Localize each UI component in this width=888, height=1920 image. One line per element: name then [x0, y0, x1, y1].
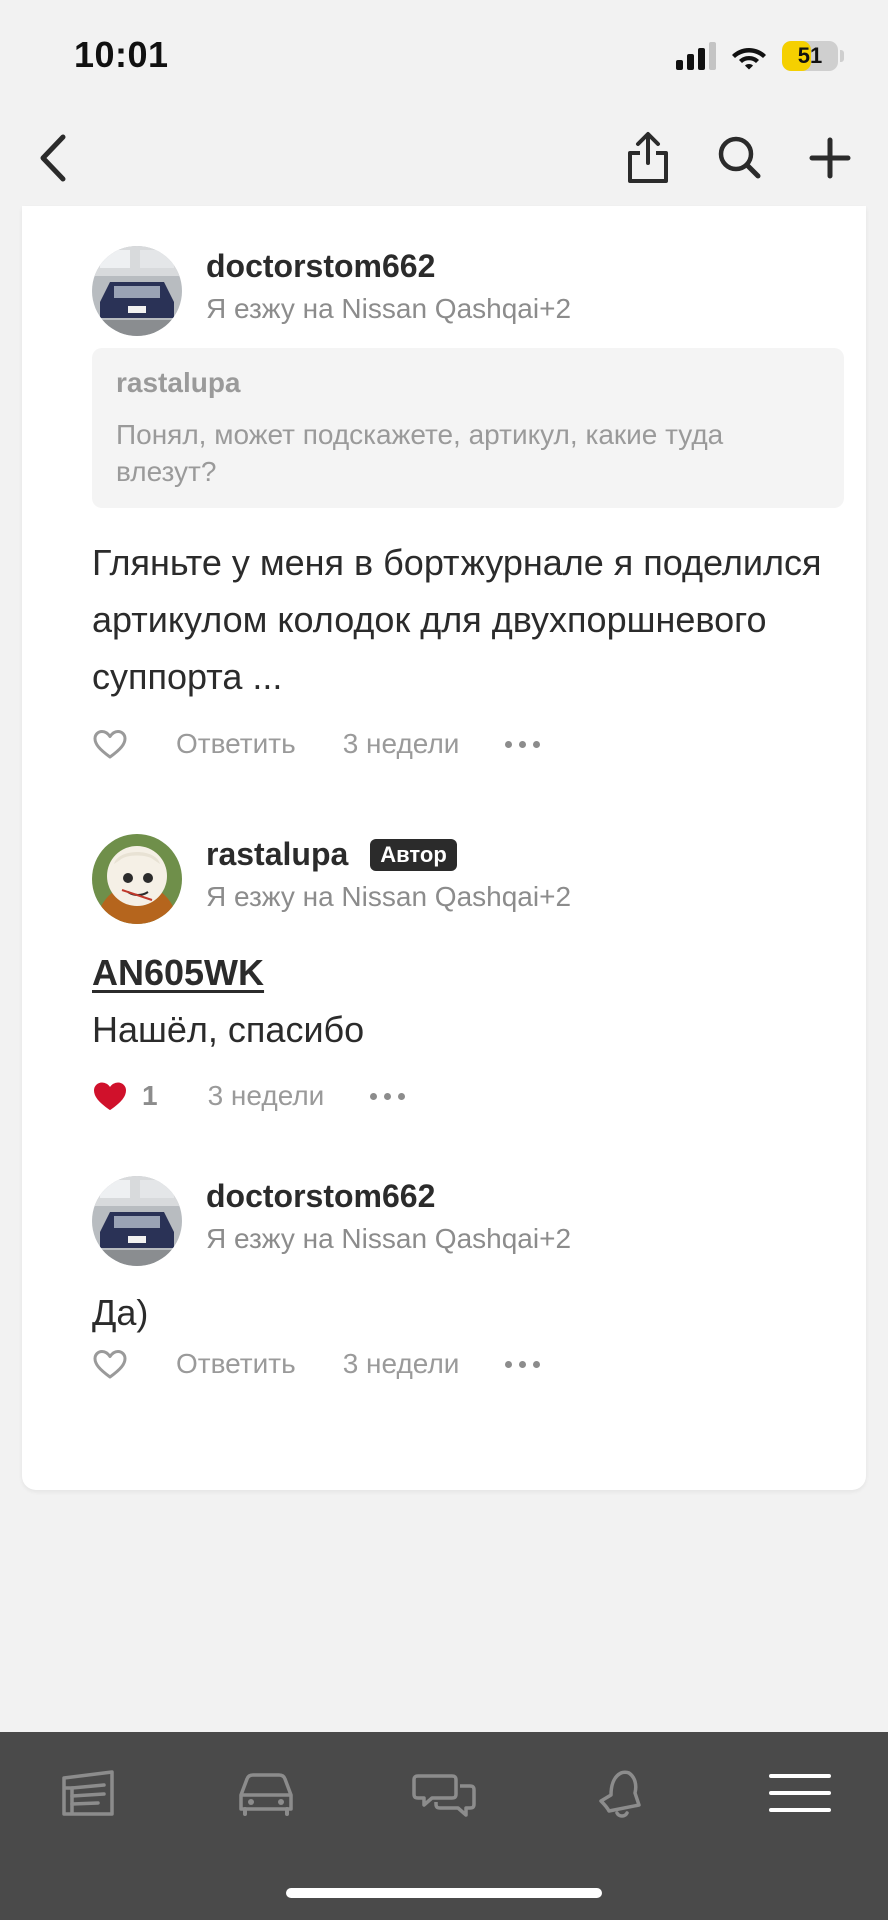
quoted-comment[interactable]: rastalupa Понял, может подскажете, артик… [92, 348, 844, 508]
like-button[interactable] [92, 1079, 128, 1113]
battery-percent: 51 [797, 43, 823, 68]
comment-text: Нашёл, спасибо [92, 1009, 365, 1050]
share-button[interactable] [616, 126, 680, 190]
comment-item: doctorstom662 Я езжу на Nissan Qashqai+2… [92, 1176, 844, 1416]
car-photo-avatar-image [92, 1176, 182, 1266]
like-count: 1 [142, 1080, 158, 1111]
like-button[interactable] [92, 727, 128, 761]
avatar[interactable] [92, 834, 182, 924]
share-icon [628, 132, 668, 183]
comment-actions: Ответить 3 недели [92, 1344, 541, 1384]
plus-icon [809, 137, 851, 179]
reply-button[interactable]: Ответить [176, 728, 296, 760]
dot [370, 1092, 378, 1100]
add-button[interactable] [798, 126, 862, 190]
comment-body: AN605WK Нашёл, спасибо [92, 944, 844, 1058]
quote-text: Понял, может подскажете, артикул, какие … [116, 419, 724, 487]
status-icons: 51 [676, 38, 844, 74]
comment-car-info[interactable]: Я езжу на Nissan Qashqai+2 [206, 880, 571, 914]
cellular-signal-icon [676, 42, 716, 70]
status-time: 10:01 [74, 34, 169, 75]
comment-car-info[interactable]: Я езжу на Nissan Qashqai+2 [206, 1222, 571, 1256]
username-text: rastalupa [206, 836, 349, 872]
heart-filled-icon [94, 1082, 126, 1110]
battery-indicator: 51 [782, 41, 838, 71]
comments-card: doctorstom662 Я езжу на Nissan Qashqai+2… [22, 206, 866, 1490]
back-button[interactable] [20, 126, 84, 190]
comment-car-info[interactable]: Я езжу на Nissan Qashqai+2 [206, 292, 571, 326]
cartoon-avatar-image [92, 834, 182, 924]
comment-username[interactable]: rastalupa Автор [206, 834, 457, 874]
more-options-button[interactable] [505, 740, 541, 748]
avatar[interactable] [92, 246, 182, 336]
comment-actions: Ответить 3 недели [92, 724, 541, 764]
dot [519, 740, 527, 748]
more-options-button[interactable] [505, 1360, 541, 1368]
dot [533, 1360, 541, 1368]
comment-username[interactable]: doctorstom662 [206, 246, 435, 286]
tab-chats[interactable] [404, 1758, 484, 1828]
car-photo-avatar-image [92, 246, 182, 336]
part-number-link[interactable]: AN605WK [92, 944, 844, 1001]
comment-actions: 1 3 недели [92, 1076, 406, 1116]
search-button[interactable] [708, 126, 772, 190]
dot [398, 1092, 406, 1100]
tab-notifications[interactable] [580, 1758, 660, 1828]
tab-feed[interactable] [48, 1758, 128, 1828]
more-options-button[interactable] [370, 1092, 406, 1100]
comment-text: Гляньте у меня в бортжурнале я поделился… [92, 542, 822, 697]
menu-icon [769, 1774, 831, 1812]
quote-username: rastalupa [116, 367, 241, 398]
dot [533, 740, 541, 748]
battery-tip [840, 50, 844, 62]
comment-time: 3 недели [342, 1348, 460, 1379]
wifi-icon [732, 48, 766, 70]
dot [505, 740, 513, 748]
notifications-icon [599, 1770, 641, 1818]
avatar[interactable] [92, 1176, 182, 1266]
dot [505, 1360, 513, 1368]
heart-outline-icon [93, 1350, 127, 1379]
comment-username[interactable]: doctorstom662 [206, 1176, 435, 1216]
reply-button[interactable]: Ответить [176, 1348, 296, 1380]
like-button[interactable] [92, 1347, 128, 1381]
car-icon [239, 1773, 293, 1816]
heart-outline-icon [93, 730, 127, 759]
comment-time: 3 недели [207, 1080, 325, 1111]
tab-garage[interactable] [226, 1758, 306, 1828]
tab-menu[interactable] [760, 1758, 840, 1828]
comment-item: doctorstom662 Я езжу на Nissan Qashqai+2… [92, 246, 844, 766]
chats-icon [412, 1774, 476, 1817]
top-navigation [0, 110, 888, 206]
comment-time: 3 недели [342, 728, 460, 759]
dot [519, 1360, 527, 1368]
status-bar: 10:01 51 [0, 0, 888, 110]
feed-icon [62, 1770, 114, 1816]
home-indicator[interactable] [286, 1888, 602, 1898]
back-arrow-icon [40, 134, 66, 182]
search-icon [718, 136, 761, 179]
comment-item: rastalupa Автор Я езжу на Nissan Qashqai+… [92, 834, 844, 1134]
author-badge: Автор [370, 839, 457, 871]
comment-text: Да) [92, 1292, 149, 1333]
dot [384, 1092, 392, 1100]
